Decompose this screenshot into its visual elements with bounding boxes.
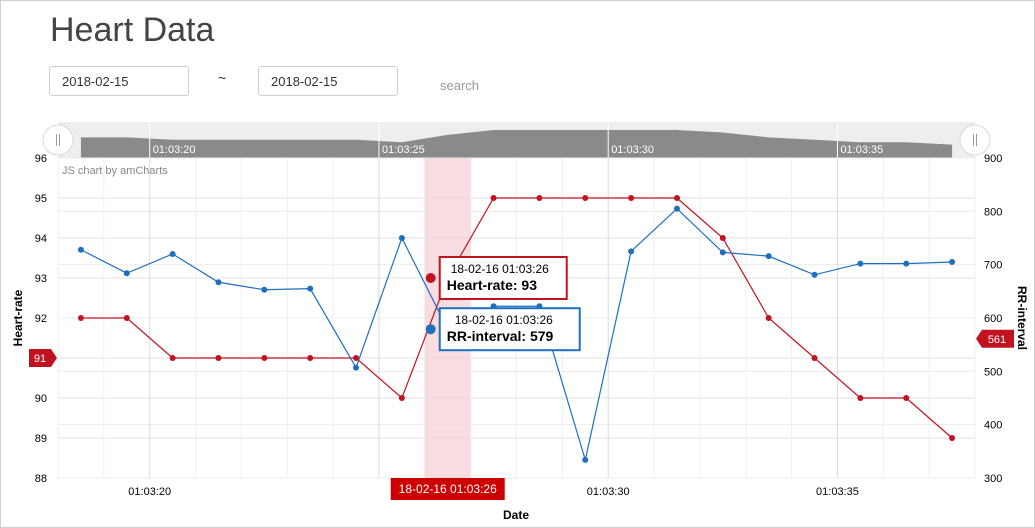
heart-rate-point[interactable] [123,315,130,321]
heart-rate-cursor-marker [425,273,436,283]
heart-rate-tooltip: 18-02-16 01:03:26 Heart-rate: 93 [425,256,568,300]
y-right-tick-label: 500 [984,366,1002,378]
y-left-axis-title: Heart-rate [11,289,25,346]
heart-rate-point[interactable] [169,355,176,361]
y-right-tick-label: 300 [984,473,1002,485]
y-right-tick-label: 400 [984,420,1002,432]
chart-credit[interactable]: JS chart by amCharts [62,165,168,177]
rr-interval-point[interactable] [169,251,176,257]
heart-rate-point[interactable] [582,195,589,201]
rr-interval-point[interactable] [353,364,360,371]
rr-interval-point[interactable] [765,253,772,260]
chart-scrollbar[interactable]: 01:03:20 01:03:25 01:03:30 01:03:35 [42,122,991,158]
heart-rate-point[interactable] [536,195,543,201]
heart-rate-point[interactable] [857,395,864,401]
heart-rate-tooltip-time: 18-02-16 01:03:26 [451,262,549,276]
x-tick-label: 01:03:30 [587,486,630,498]
y-right-tick-label: 600 [984,313,1002,325]
right-axis-value-badge: 561 [976,329,1014,348]
rr-interval-tooltip-time: 18-02-16 01:03:26 [455,313,553,327]
rr-interval-point[interactable] [215,279,222,286]
heart-rate-point[interactable] [307,355,314,361]
rr-interval-point[interactable] [77,246,84,253]
rr-interval-point[interactable] [628,248,635,255]
heart-rate-point[interactable] [719,235,726,241]
y-left-tick-label: 96 [35,153,47,165]
y-left-tick-label: 95 [35,193,47,205]
rr-interval-point[interactable] [811,271,818,278]
y-right-axis-title: RR-interval [1015,286,1029,350]
y-left-tick-label: 92 [35,313,47,325]
heart-rate-point[interactable] [77,315,84,321]
right-axis-ticks: 300 400 500 600 700 800 900 [984,153,1002,485]
rr-interval-point[interactable] [398,235,405,241]
heart-rate-point[interactable] [949,435,956,441]
left-axis-badge-value: 91 [34,353,46,365]
heart-rate-point[interactable] [903,395,910,401]
scrollbar-right-grip[interactable] [959,124,991,156]
scrollbar-tick-label: 01:03:30 [611,144,654,156]
y-left-tick-label: 93 [35,273,47,285]
rr-interval-tooltip-value: RR-interval: 579 [447,328,554,344]
x-axis-title: Date [503,508,529,522]
rr-interval-point[interactable] [903,260,910,267]
rr-interval-point[interactable] [582,456,589,463]
scrollbar-tick-label: 01:03:35 [840,144,883,156]
heart-rate-point[interactable] [261,355,268,361]
heart-rate-point[interactable] [628,195,635,201]
rr-interval-point[interactable] [123,270,130,277]
scrollbar-left-grip[interactable] [42,124,74,156]
rr-interval-point[interactable] [719,249,726,256]
rr-interval-tooltip: 18-02-16 01:03:26 RR-interval: 579 [425,307,581,352]
x-tick-label: 01:03:35 [816,486,859,498]
heart-rate-point[interactable] [673,195,680,201]
heart-data-chart: 01:03:20 01:03:25 01:03:30 01:03:35 JS char… [11,122,1029,522]
y-left-tick-label: 89 [35,433,47,445]
left-axis-value-badge: 91 [29,349,57,367]
heart-rate-point[interactable] [215,355,222,361]
y-right-tick-label: 800 [984,206,1002,218]
y-right-tick-label: 700 [984,260,1002,272]
rr-interval-point[interactable] [857,260,864,267]
left-axis-ticks: 88 89 90 91 92 93 94 95 96 [35,153,47,485]
heart-rate-point[interactable] [490,195,497,201]
heart-rate-tooltip-value: Heart-rate: 93 [447,277,537,293]
heart-rate-point[interactable] [765,315,772,321]
rr-interval-point[interactable] [949,259,956,265]
y-left-tick-label: 90 [35,393,47,405]
x-tick-label: 01:03:20 [128,486,171,498]
y-left-tick-label: 94 [35,233,47,245]
y-right-tick-label: 900 [984,153,1002,165]
scrollbar-tick-label: 01:03:20 [153,144,196,156]
rr-interval-point[interactable] [307,285,314,292]
rr-interval-point[interactable] [673,205,680,212]
right-axis-badge-value: 561 [988,334,1006,346]
y-left-tick-label: 88 [35,473,47,485]
heart-rate-point[interactable] [398,395,405,401]
cursor-date-text: 18-02-16 01:03:26 [399,482,497,496]
cursor-date-label: 18-02-16 01:03:26 [390,478,505,500]
rr-interval-cursor-marker [425,324,436,335]
rr-interval-point[interactable] [261,286,268,293]
heart-rate-point[interactable] [811,355,818,361]
scrollbar-tick-label: 01:03:25 [382,144,425,156]
